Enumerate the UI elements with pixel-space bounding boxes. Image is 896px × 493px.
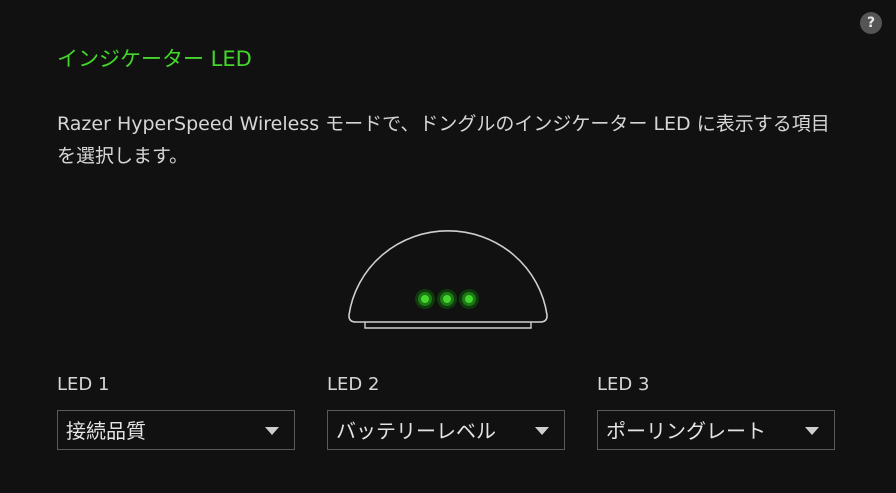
led-3-group: LED 3 ポーリングレート bbox=[597, 373, 837, 450]
led-1-select[interactable]: 接続品質 bbox=[57, 410, 295, 450]
led-1-select-value: 接続品質 bbox=[66, 419, 146, 443]
led-2-select[interactable]: バッテリーレベル bbox=[327, 410, 565, 450]
section-description: Razer HyperSpeed Wireless モードで、ドングルのインジケ… bbox=[57, 113, 830, 167]
led-1-label: LED 1 bbox=[57, 374, 110, 395]
chevron-down-icon bbox=[535, 427, 549, 435]
indicator-led-panel: ? インジケーター LED Razer HyperSpeed Wireless … bbox=[0, 0, 896, 493]
dongle-illustration bbox=[348, 230, 548, 329]
led-2-label: LED 2 bbox=[327, 374, 380, 395]
led-3-select[interactable]: ポーリングレート bbox=[597, 410, 835, 450]
led-lights bbox=[415, 289, 479, 309]
dongle-base bbox=[364, 322, 532, 329]
led-3-select-value: ポーリングレート bbox=[606, 419, 766, 443]
help-icon[interactable]: ? bbox=[860, 12, 882, 34]
section-title: インジケーター LED bbox=[57, 47, 252, 71]
led-1-group: LED 1 接続品質 bbox=[57, 373, 297, 450]
chevron-down-icon bbox=[805, 427, 819, 435]
chevron-down-icon bbox=[265, 427, 279, 435]
led-3-label: LED 3 bbox=[597, 374, 650, 395]
led-2-select-value: バッテリーレベル bbox=[336, 419, 496, 443]
led-2-group: LED 2 バッテリーレベル bbox=[327, 373, 567, 450]
